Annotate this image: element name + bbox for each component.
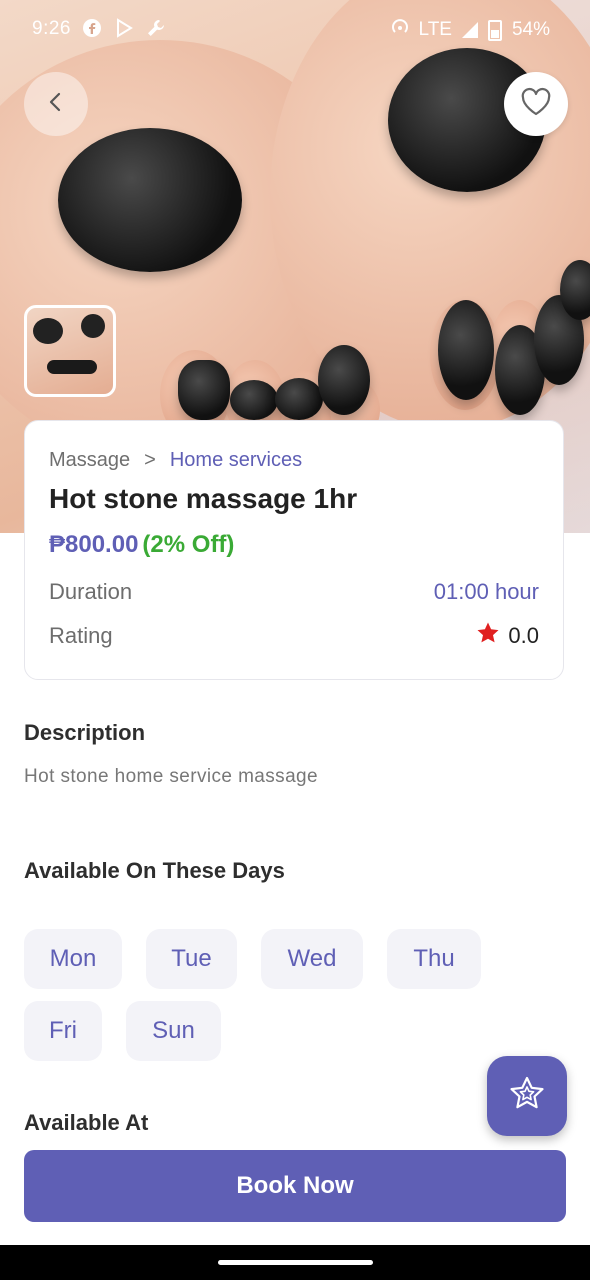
facebook-icon [82, 18, 102, 43]
day-chip-mon[interactable]: Mon [24, 929, 122, 989]
status-bar: 9:26 LTE 54% [0, 0, 590, 58]
star-badge-icon [508, 1075, 546, 1118]
day-chip-fri[interactable]: Fri [24, 1001, 102, 1061]
chevron-left-icon [45, 91, 67, 118]
play-store-icon [114, 18, 134, 43]
duration-value: 01:00 hour [433, 579, 539, 604]
gallery-thumbnail[interactable] [24, 305, 116, 397]
available-at-heading: Available At [24, 1110, 149, 1135]
book-now-button[interactable]: Book Now [24, 1150, 566, 1222]
service-price: ₱800.00 [49, 531, 139, 558]
available-days-heading: Available On These Days [24, 858, 285, 883]
heart-icon [520, 87, 552, 122]
day-chip-wed[interactable]: Wed [261, 929, 363, 989]
rating-value-row: 0.0 [476, 621, 539, 651]
status-time: 9:26 [32, 18, 71, 39]
breadcrumb: Massage > Home services [49, 449, 302, 472]
service-info-card: Massage > Home services Hot stone massage … [24, 420, 564, 680]
duration-label: Duration [49, 579, 133, 604]
breadcrumb-separator: > [144, 449, 156, 471]
price-row: ₱800.00 (2% Off) [49, 531, 234, 559]
service-title: Hot stone massage 1hr [49, 483, 358, 514]
breadcrumb-category[interactable]: Home services [170, 449, 302, 471]
discount-label: (2% Off) [142, 531, 235, 558]
rating-label: Rating [49, 623, 113, 648]
breadcrumb-parent[interactable]: Massage [49, 449, 130, 471]
battery-percent: 54% [511, 19, 550, 40]
battery-icon [487, 19, 502, 41]
signal-icon [461, 22, 478, 38]
hotspot-icon [391, 18, 409, 42]
day-chip-thu[interactable]: Thu [387, 929, 481, 989]
rating-value: 0.0 [508, 623, 539, 648]
back-button[interactable] [24, 72, 88, 136]
home-gesture-handle[interactable] [218, 1260, 373, 1265]
description-heading: Description [24, 720, 146, 745]
day-chip-tue[interactable]: Tue [146, 929, 237, 989]
description-text: Hot stone home service massage [24, 766, 318, 787]
wrench-icon [146, 18, 166, 43]
star-icon [476, 621, 500, 651]
network-type: LTE [418, 19, 452, 40]
favorite-button[interactable] [504, 72, 568, 136]
star-fab-button[interactable] [487, 1056, 567, 1136]
day-chip-sun[interactable]: Sun [126, 1001, 221, 1061]
system-nav-bar [0, 1245, 590, 1280]
